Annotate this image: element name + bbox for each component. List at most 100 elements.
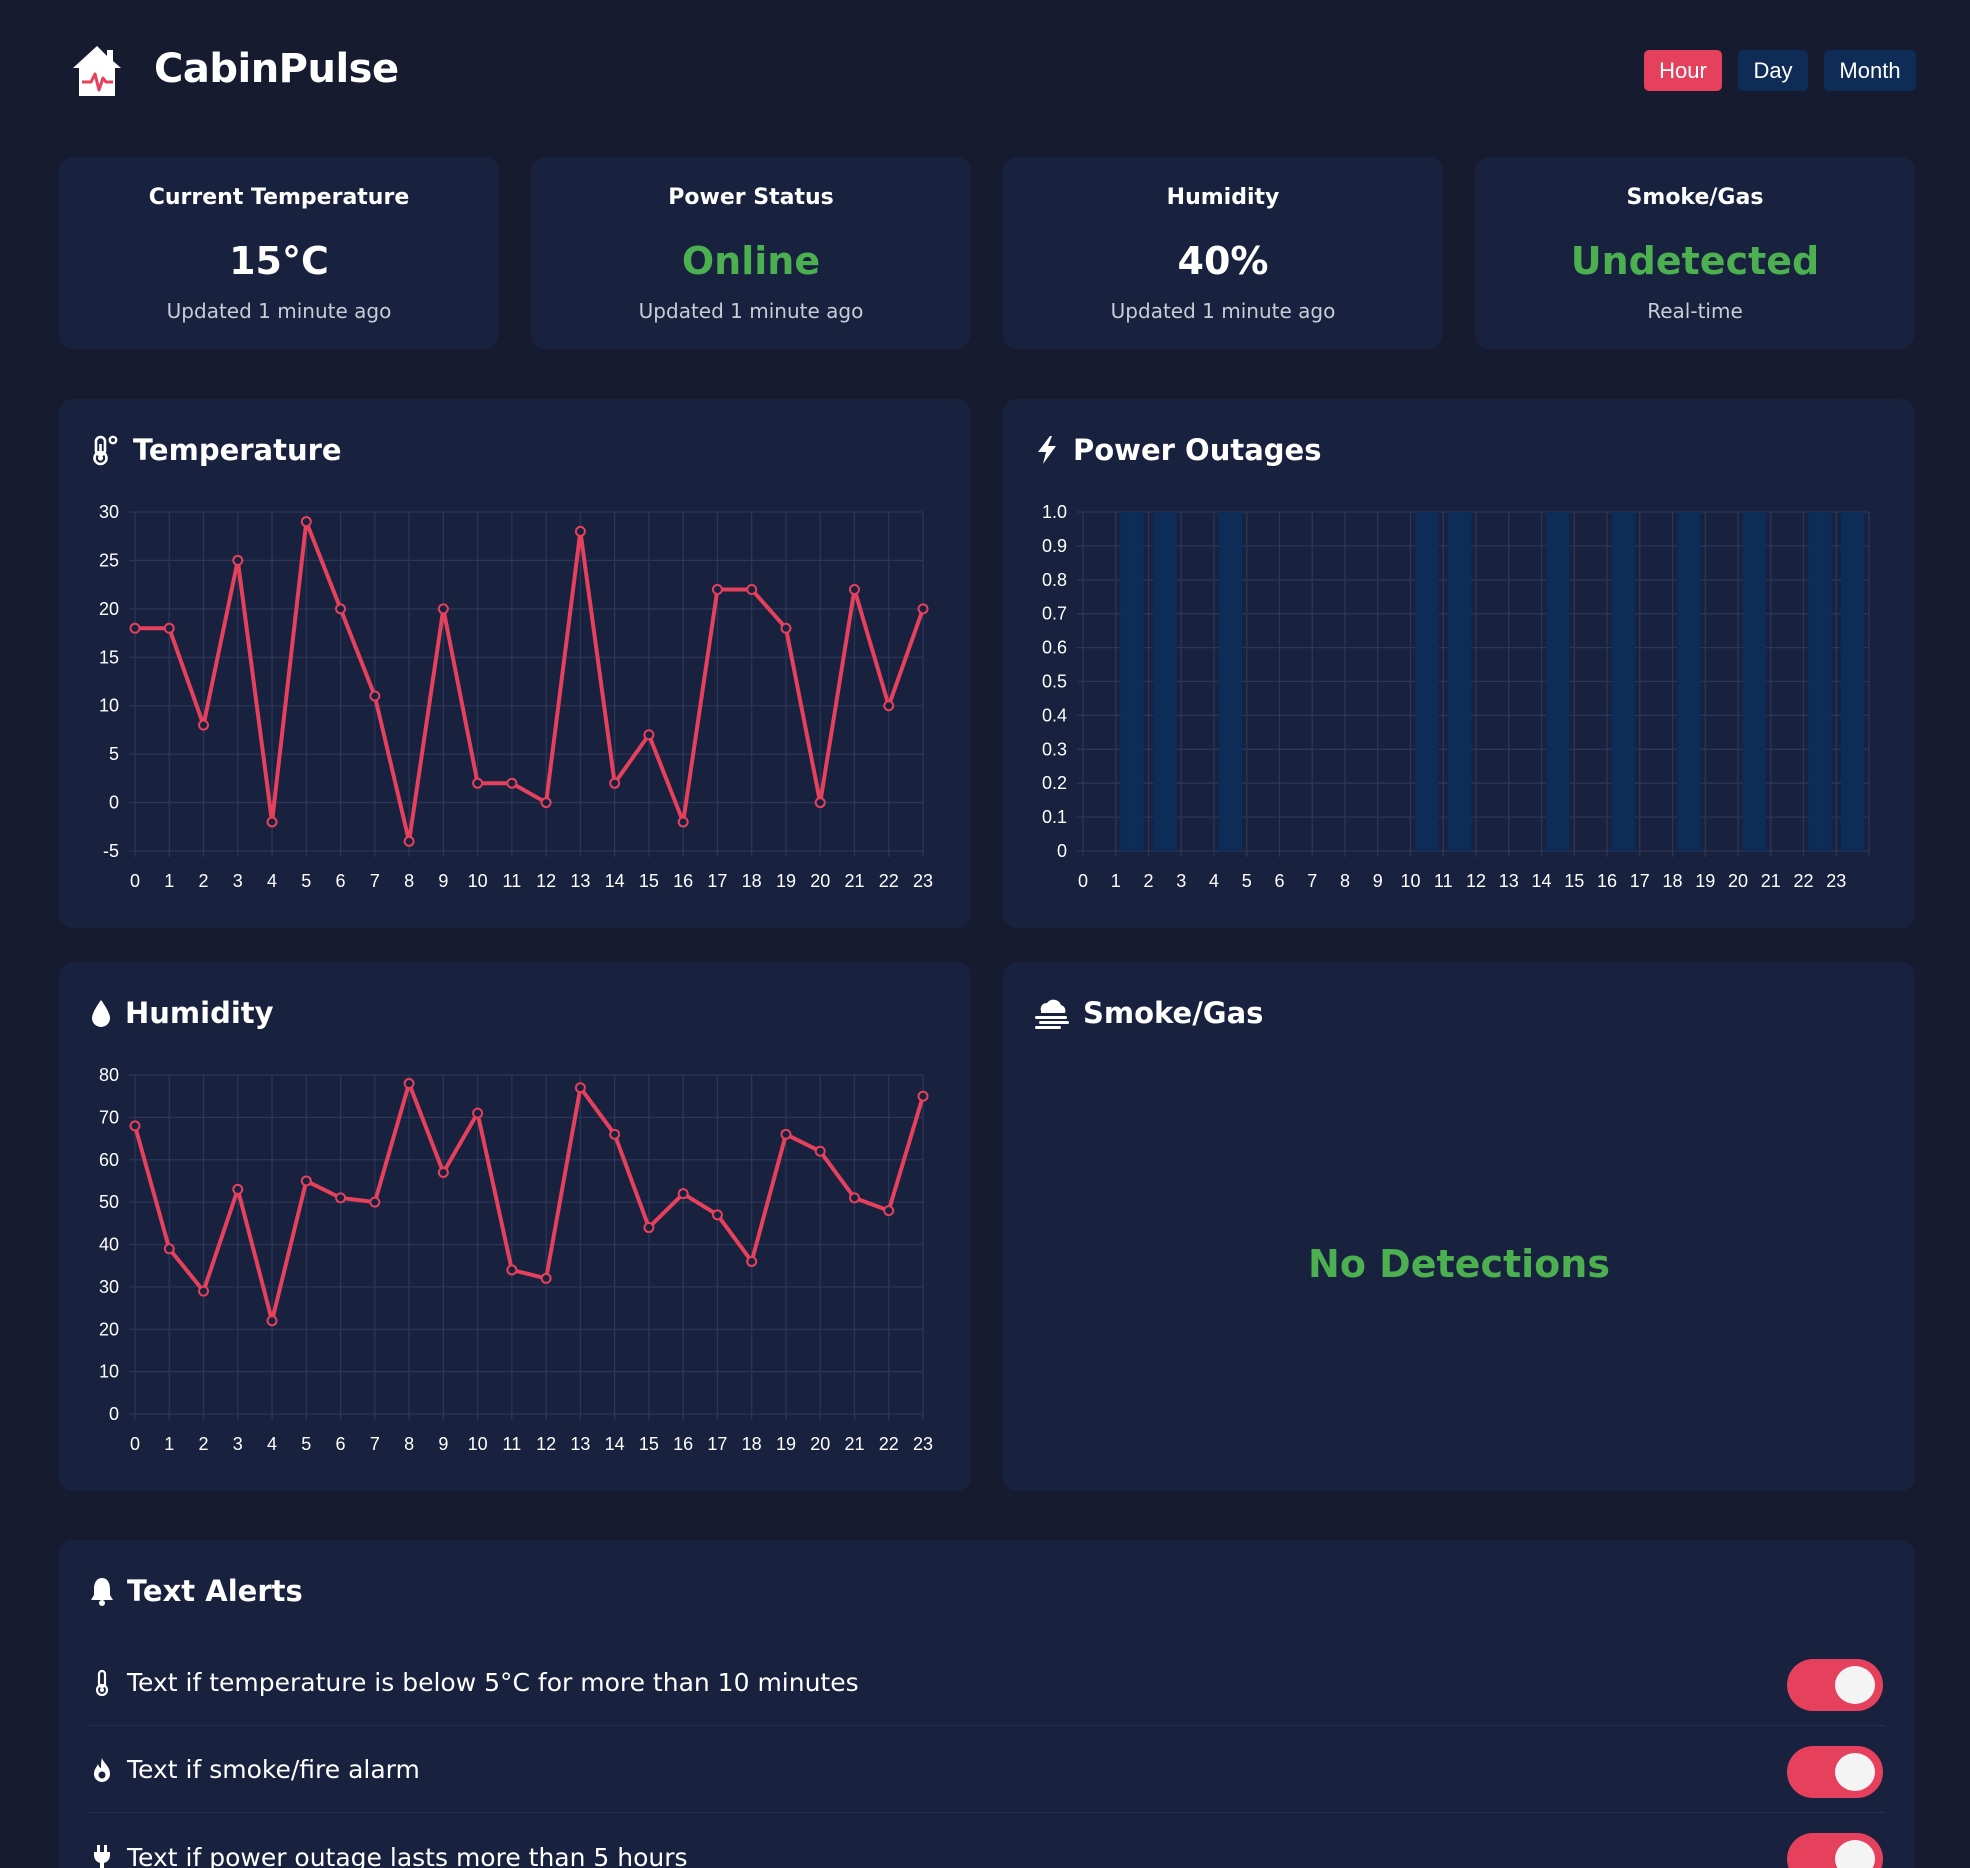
x-tick-label: 19 <box>776 1434 796 1454</box>
toggle-knob <box>1835 1666 1875 1704</box>
x-tick-label: 3 <box>1176 871 1186 891</box>
x-tick-label: 5 <box>301 871 311 891</box>
y-tick-label: -5 <box>103 841 119 861</box>
x-tick-label: 22 <box>879 1434 899 1454</box>
data-point <box>540 797 552 809</box>
data-point <box>574 1082 586 1094</box>
chart-grid <box>129 511 924 857</box>
stat-updated: Updated 1 minute ago <box>638 299 864 323</box>
x-tick-label: 9 <box>438 1434 448 1454</box>
x-tick-label: 21 <box>844 871 864 891</box>
x-tick-label: 19 <box>1695 871 1715 891</box>
bar <box>1415 512 1439 851</box>
y-tick-label: 1.0 <box>1042 502 1067 522</box>
x-tick-label: 12 <box>536 871 556 891</box>
no-detections-message: No Detections <box>1308 1242 1610 1286</box>
x-tick-label: 7 <box>1307 871 1317 891</box>
y-tick-label: 0.1 <box>1042 807 1067 827</box>
bar <box>1677 512 1701 851</box>
x-tick-label: 2 <box>1143 871 1153 891</box>
stat-value: Undetected <box>1570 239 1820 283</box>
x-tick-label: 15 <box>639 1434 659 1454</box>
bar <box>1218 512 1243 851</box>
data-point <box>163 1243 175 1255</box>
stat-updated: Updated 1 minute ago <box>1110 299 1336 323</box>
x-tick-label: 16 <box>673 1434 693 1454</box>
alert-toggle[interactable] <box>1787 1833 1883 1868</box>
toggle-knob <box>1835 1753 1875 1791</box>
data-point <box>369 690 381 702</box>
x-tick-label: 12 <box>536 1434 556 1454</box>
y-tick-label: 0 <box>109 1404 119 1424</box>
data-point <box>403 1077 415 1089</box>
data-point <box>746 1255 758 1267</box>
y-tick-label: 40 <box>99 1235 119 1255</box>
stat-value: Online <box>681 239 821 283</box>
y-tick-label: 10 <box>99 1362 119 1382</box>
y-tick-label: 5 <box>109 744 119 764</box>
header: CabinPulse Hour Day Month <box>0 0 1970 140</box>
alert-toggle[interactable] <box>1787 1659 1883 1711</box>
x-tick-label: 21 <box>844 1434 864 1454</box>
panel-title-text: Smoke/Gas <box>1083 996 1264 1030</box>
range-month-button[interactable]: Month <box>1824 50 1916 91</box>
data-point <box>643 1222 655 1234</box>
alert-label: Text if temperature is below 5°C for mor… <box>127 1668 859 1697</box>
y-tick-label: 0.5 <box>1042 672 1067 692</box>
stat-card-power: Power Status Online Updated 1 minute ago <box>531 157 971 349</box>
data-point <box>711 1209 723 1221</box>
data-point <box>506 1264 518 1276</box>
x-tick-label: 6 <box>1274 871 1284 891</box>
plug-icon <box>89 1842 115 1868</box>
y-tick-label: 25 <box>99 550 119 570</box>
humidity-panel: Humidity 0 10 20 30 40 50 60 70 80 0 1 2 3 4 5 6 7 8 9 10 11… <box>59 962 971 1491</box>
data-point <box>917 1090 929 1102</box>
humidity-chart: 010203040506070800 1 2 3 4 5 6 7 8 9 10 11 12 13 14 15 1… <box>99 1065 933 1454</box>
stat-updated: Updated 1 minute ago <box>166 299 392 323</box>
power-outages-chart: 00.10.20.30.40.50.60.70.80.91.00 1 2 3 4 5 6 7 8… <box>1042 502 1870 891</box>
stat-title: Humidity <box>1166 185 1280 210</box>
y-tick-label: 0.7 <box>1042 604 1067 624</box>
data-point <box>814 1145 826 1157</box>
x-tick-label: 4 <box>1209 871 1219 891</box>
data-point <box>437 1166 449 1178</box>
data-point <box>574 525 586 537</box>
x-tick-label: 15 <box>1564 871 1584 891</box>
x-tick-label: 6 <box>336 1434 346 1454</box>
x-tick-label: 14 <box>1531 871 1551 891</box>
data-point <box>540 1272 552 1284</box>
x-tick-label: 23 <box>1826 871 1846 891</box>
data-point <box>677 1188 689 1200</box>
y-tick-label: 0.8 <box>1042 570 1067 590</box>
alert-toggle[interactable] <box>1787 1746 1883 1798</box>
app-title: CabinPulse <box>154 46 399 92</box>
x-tick-label: 7 <box>370 871 380 891</box>
range-hour-button[interactable]: Hour <box>1644 50 1722 91</box>
y-tick-label: 50 <box>99 1192 119 1212</box>
x-tick-label: 22 <box>879 871 899 891</box>
y-tick-label: 0 <box>109 793 119 813</box>
x-tick-label: 2 <box>199 1434 209 1454</box>
x-tick-label: 13 <box>570 871 590 891</box>
x-tick-label: 12 <box>1466 871 1486 891</box>
toggle-knob <box>1835 1840 1875 1868</box>
x-tick-label: 16 <box>673 871 693 891</box>
x-tick-label: 20 <box>810 1434 830 1454</box>
x-tick-label: 11 <box>1434 871 1453 891</box>
y-tick-label: 80 <box>99 1065 119 1085</box>
panel-title: Smoke/Gas <box>1033 990 1263 1036</box>
x-tick-label: 17 <box>707 871 727 891</box>
bar <box>1447 512 1472 851</box>
x-tick-label: 13 <box>570 1434 590 1454</box>
data-point <box>677 816 689 828</box>
alert-label: Text if power outage lasts more than 5 h… <box>127 1842 688 1868</box>
range-day-button[interactable]: Day <box>1738 50 1808 91</box>
x-tick-label: 7 <box>370 1434 380 1454</box>
x-tick-label: 15 <box>639 871 659 891</box>
data-point <box>232 554 244 566</box>
x-tick-label: 9 <box>1373 871 1383 891</box>
data-point <box>198 719 210 731</box>
y-tick-label: 10 <box>99 696 119 716</box>
stat-updated: Real-time <box>1647 299 1743 323</box>
text-alerts-panel: Text Alerts Text if temperature is below… <box>59 1540 1915 1868</box>
